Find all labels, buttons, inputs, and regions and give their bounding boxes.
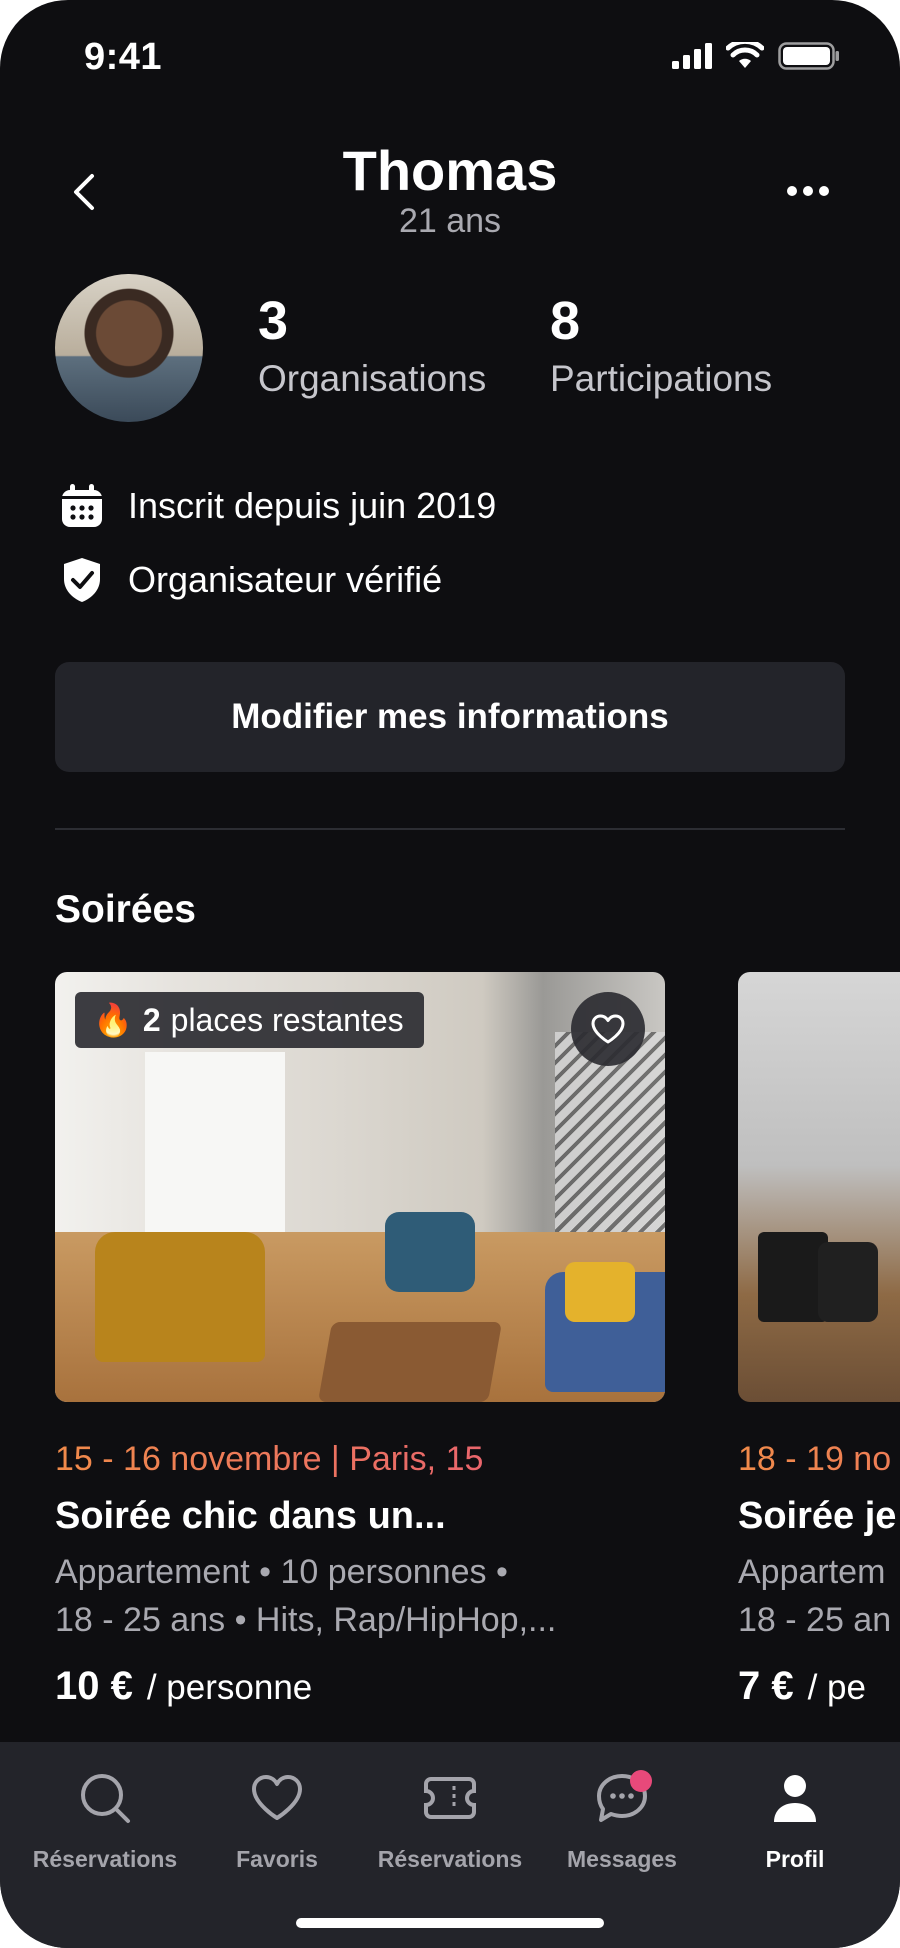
party-price: 7 € / pe (738, 1664, 900, 1709)
calendar-icon (60, 484, 104, 528)
phone-screen: 9:41 Thomas 21 ans 3 Organisations 8 Par… (0, 0, 900, 1948)
status-time: 9:41 (84, 36, 163, 78)
ticket-icon (420, 1768, 480, 1828)
tab-label: Réservations (377, 1846, 523, 1872)
party-price: 10 € / personne (55, 1664, 665, 1709)
stat-participations: 8 Participations (550, 290, 772, 400)
verified-shield-icon (60, 558, 104, 602)
photo-chair (95, 1232, 265, 1362)
info-row-member-since: Inscrit depuis juin 2019 (60, 484, 496, 528)
profile-header: Thomas 21 ans (0, 130, 900, 250)
wifi-icon (726, 42, 764, 68)
photo-table (317, 1322, 503, 1402)
tab-bar: Réservations Favoris Réservations Messag… (0, 1742, 900, 1948)
more-dot (819, 186, 829, 196)
more-options-button[interactable] (778, 174, 838, 208)
tab-label: Favoris (236, 1846, 318, 1872)
party-card[interactable]: 🔥 2 places restantes 15 - 16 novembre | … (55, 972, 665, 1709)
stat-label: Organisations (258, 358, 487, 399)
party-photo: 🔥 2 places restantes (55, 972, 665, 1402)
tab-label: Profil (765, 1846, 825, 1872)
stat-organisations: 3 Organisations (258, 290, 486, 400)
tab-profile[interactable]: Profil (715, 1768, 875, 1873)
tab-favorites[interactable]: Favoris (197, 1768, 357, 1873)
stat-value: 3 (258, 291, 289, 351)
party-card[interactable]: 18 - 19 no Soirée je Appartem 18 - 25 an… (738, 972, 900, 1709)
spots-count: 2 (142, 1001, 161, 1038)
favorite-button[interactable] (571, 992, 645, 1066)
photo-palm-wallpaper (555, 1032, 665, 1262)
stat-value: 8 (550, 291, 581, 351)
price-value: 7 € (738, 1664, 794, 1708)
status-icons (672, 42, 840, 70)
party-title: Soirée chic dans un... (55, 1495, 446, 1537)
user-icon (765, 1768, 825, 1828)
tab-reservations-search[interactable]: Réservations (25, 1768, 185, 1873)
party-date-location: 18 - 19 no (738, 1440, 900, 1479)
party-description-line: 18 - 25 an (738, 1601, 892, 1639)
photo-pillow (565, 1262, 635, 1322)
party-photo (738, 972, 900, 1402)
info-text: Organisateur vérifié (128, 559, 443, 600)
fire-icon: 🔥 (93, 1002, 133, 1038)
info-text: Inscrit depuis juin 2019 (128, 485, 497, 526)
divider (55, 828, 845, 830)
more-dot (787, 186, 797, 196)
party-date-location: 15 - 16 novembre | Paris, 15 (55, 1440, 665, 1479)
page-title: Thomas (342, 139, 558, 202)
more-dot (803, 186, 813, 196)
price-unit: / pe (807, 1668, 866, 1707)
price-unit: / personne (146, 1668, 313, 1707)
photo-chair (818, 1242, 878, 1322)
avatar (55, 274, 203, 422)
age-subtitle: 21 ans (398, 202, 502, 240)
status-bar: 9:41 (0, 0, 900, 120)
tab-label: Messages (567, 1846, 677, 1872)
heart-icon (247, 1768, 307, 1828)
party-description-line: Appartem (738, 1553, 886, 1591)
party-title: Soirée je (738, 1495, 897, 1537)
spots-left-badge: 🔥 2 places restantes (75, 992, 424, 1048)
party-description-line: 18 - 25 ans • Hits, Rap/HipHop,... (55, 1601, 557, 1639)
tab-reservations-tickets[interactable]: Réservations (370, 1768, 530, 1873)
party-description: Appartem 18 - 25 an (738, 1548, 900, 1644)
home-indicator (296, 1918, 604, 1928)
edit-profile-button[interactable]: Modifier mes informations (55, 662, 845, 772)
party-description-line: Appartement • 10 personnes • (55, 1553, 508, 1591)
battery-icon (778, 42, 839, 70)
spots-text: places restantes (170, 1001, 404, 1038)
info-row-verified: Organisateur vérifié (60, 558, 442, 602)
stat-label: Participations (550, 358, 773, 399)
notification-dot (630, 1770, 652, 1792)
photo-armchair (385, 1212, 475, 1292)
tab-label: Réservations (32, 1846, 178, 1872)
signal-icon (672, 43, 712, 69)
party-description: Appartement • 10 personnes • 18 - 25 ans… (55, 1548, 665, 1644)
tab-messages[interactable]: Messages (542, 1768, 702, 1873)
heart-icon (591, 1014, 625, 1044)
search-icon (75, 1768, 135, 1828)
price-value: 10 € (55, 1664, 133, 1708)
section-title: Soirées (55, 888, 196, 931)
